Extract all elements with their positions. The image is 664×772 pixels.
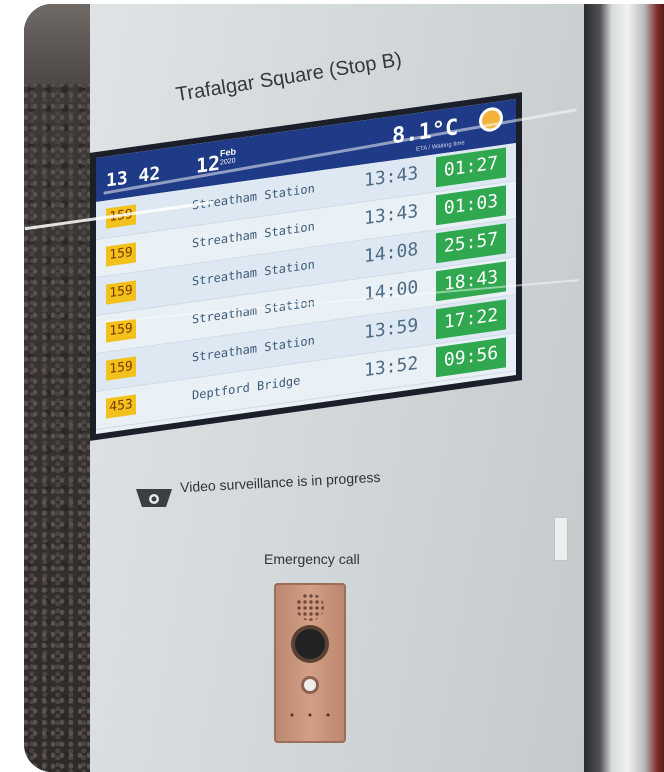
destination: Streatham Station bbox=[192, 181, 315, 213]
camera-icon bbox=[136, 489, 172, 507]
scheduled-time: 13:52 bbox=[364, 352, 419, 382]
eta-countdown: 09:56 bbox=[436, 337, 506, 378]
route-badge: 453 bbox=[106, 394, 136, 419]
granite-wall bbox=[24, 4, 94, 772]
destination: Deptford Bridge bbox=[192, 373, 301, 403]
scheduled-time: 14:00 bbox=[364, 276, 419, 306]
speaker-grille-icon bbox=[296, 593, 324, 621]
destination: Streatham Station bbox=[192, 257, 315, 289]
eta-countdown: 18:43 bbox=[436, 261, 506, 302]
route-badge: 159 bbox=[106, 242, 136, 267]
scheduled-time: 13:43 bbox=[364, 200, 419, 230]
emergency-intercom bbox=[274, 583, 346, 743]
emergency-call-label: Emergency call bbox=[264, 551, 360, 567]
route-badge: 159 bbox=[106, 280, 136, 305]
kiosk-side-frame bbox=[584, 4, 664, 772]
scheduled-time: 14:08 bbox=[364, 238, 419, 268]
departure-screen: 13 42 12 Feb 2020 8.1°C ETA / Waiting ti… bbox=[96, 98, 516, 435]
scheduled-time: 13:59 bbox=[364, 314, 419, 344]
eta-countdown: 17:22 bbox=[436, 299, 506, 340]
route-badge: 159 bbox=[106, 356, 136, 381]
scheduled-time: 13:43 bbox=[364, 162, 419, 192]
side-indicator-slot bbox=[554, 517, 568, 561]
destination: Streatham Station bbox=[192, 219, 315, 251]
camera-lens-icon bbox=[295, 629, 325, 659]
destination: Streatham Station bbox=[192, 333, 315, 365]
wall-ledge bbox=[24, 4, 94, 84]
eta-countdown: 01:03 bbox=[436, 185, 506, 226]
current-year: 2020 bbox=[220, 157, 236, 167]
eta-countdown: 25:57 bbox=[436, 223, 506, 264]
indicator-lights-icon bbox=[290, 713, 330, 717]
emergency-call-button[interactable] bbox=[304, 679, 316, 691]
eta-countdown: 01:27 bbox=[436, 147, 506, 188]
